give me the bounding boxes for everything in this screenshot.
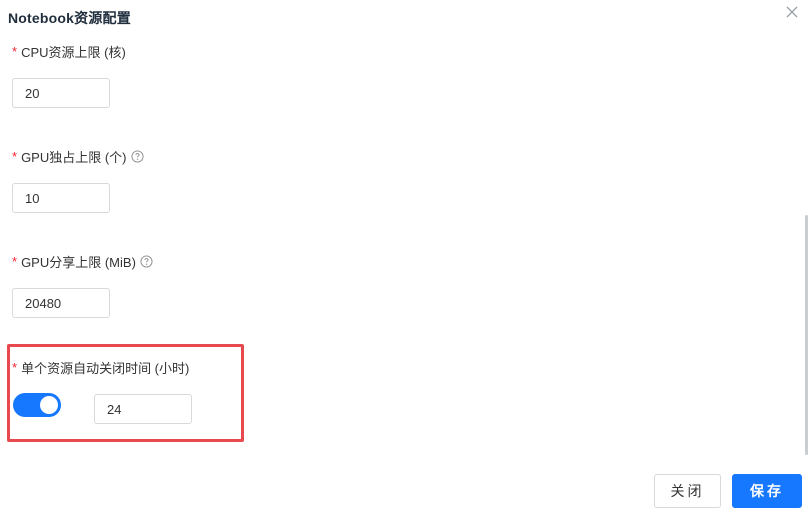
required-mark: * xyxy=(12,44,18,59)
dialog-title: Notebook资源配置 xyxy=(8,10,131,26)
auto-close-label-row: * 单个资源自动关闭时间 (小时) xyxy=(12,358,189,377)
question-circle-icon[interactable] xyxy=(130,150,144,163)
required-mark: * xyxy=(12,360,18,375)
auto-close-toggle[interactable] xyxy=(13,393,61,417)
save-button[interactable]: 保存 xyxy=(732,474,802,508)
cpu-limit-label-row: * CPU资源上限 (核) xyxy=(12,42,126,61)
gpu-exclusive-limit-label: GPU独占上限 (个) xyxy=(21,150,127,165)
gpu-exclusive-limit-input[interactable] xyxy=(12,183,110,213)
close-icon[interactable] xyxy=(784,4,800,20)
auto-close-time-label: 单个资源自动关闭时间 (小时) xyxy=(21,361,190,376)
close-button[interactable]: 关闭 xyxy=(654,474,721,508)
question-circle-icon[interactable] xyxy=(140,255,153,268)
toggle-knob xyxy=(40,396,58,414)
gpu-share-limit-input[interactable] xyxy=(12,288,110,318)
cpu-limit-input[interactable] xyxy=(12,78,110,108)
gpu-share-label-row: * GPU分享上限 (MiB) xyxy=(12,252,153,271)
gpu-share-limit-label: GPU分享上限 (MiB) xyxy=(21,255,136,270)
resource-config-dialog: Notebook资源配置 * CPU资源上限 (核) * GPU独占上限 (个)… xyxy=(0,0,808,514)
gpu-exclusive-label-row: * GPU独占上限 (个) xyxy=(12,147,144,166)
cpu-limit-label: CPU资源上限 (核) xyxy=(21,45,126,60)
required-mark: * xyxy=(12,254,18,269)
auto-close-hours-input[interactable] xyxy=(94,394,192,424)
required-mark: * xyxy=(12,149,18,164)
